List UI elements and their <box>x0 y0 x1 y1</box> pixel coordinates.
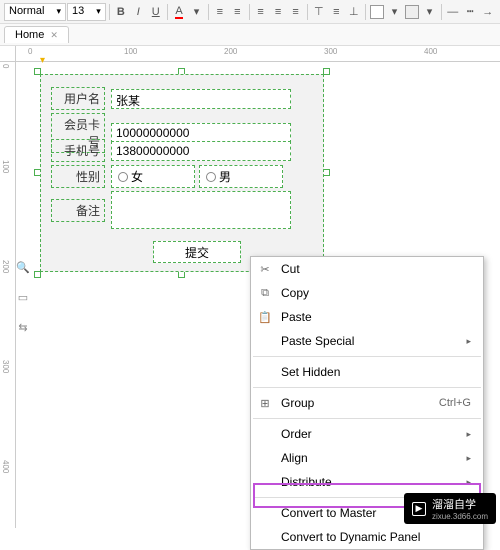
radio-icon <box>118 172 128 182</box>
form-panel[interactable]: 用户名 张某 会员卡号 10000000000 手机号 13800000000 … <box>40 74 324 272</box>
line-style-button[interactable]: ┅ <box>462 2 478 22</box>
ctx-paste[interactable]: 📋Paste <box>251 305 483 329</box>
watermark: ▶ 溜溜自学 zixue.3d66.com <box>404 493 496 524</box>
italic-button[interactable]: I <box>130 2 146 22</box>
chevron-right-icon: ▸ <box>466 336 471 347</box>
chevron-right-icon: ▸ <box>466 453 471 464</box>
resize-handle[interactable] <box>323 169 330 176</box>
label-note: 备注 <box>51 199 105 222</box>
ctx-set-hidden[interactable]: Set Hidden <box>251 360 483 384</box>
underline-button[interactable]: U <box>148 2 164 22</box>
connect-icon[interactable]: ⇆ <box>16 312 30 342</box>
font-size-dropdown[interactable]: 13 <box>67 3 106 21</box>
resize-handle[interactable] <box>34 271 41 278</box>
fill-color-button[interactable] <box>369 2 385 22</box>
chevron-right-icon: ▸ <box>466 429 471 440</box>
radio-icon <box>206 172 216 182</box>
font-color-dropdown[interactable]: ▾ <box>188 2 204 22</box>
line-width-button[interactable]: — <box>445 2 461 22</box>
number-list-button[interactable]: ≡ <box>229 2 245 22</box>
ctx-group[interactable]: ⊞GroupCtrl+G <box>251 391 483 415</box>
align-left-button[interactable]: ≡ <box>252 2 268 22</box>
cut-icon: ✂ <box>257 263 273 276</box>
ctx-convert-dynamic[interactable]: Convert to Dynamic Panel <box>251 525 483 549</box>
submit-button[interactable]: 提交 <box>153 241 241 263</box>
page-tabs: Home ✕ <box>0 24 500 46</box>
input-phone[interactable]: 13800000000 <box>111 141 291 161</box>
copy-icon: ⧉ <box>257 287 273 300</box>
align-right-button[interactable]: ≡ <box>287 2 303 22</box>
bullet-list-button[interactable]: ≡ <box>212 2 228 22</box>
tab-label: Home <box>15 29 44 41</box>
ctx-copy[interactable]: ⧉Copy <box>251 281 483 305</box>
ctx-order[interactable]: Order▸ <box>251 422 483 446</box>
ctx-paste-special[interactable]: Paste Special▸ <box>251 329 483 353</box>
line-color-button[interactable] <box>404 2 420 22</box>
chevron-right-icon: ▸ <box>466 477 471 488</box>
resize-handle[interactable] <box>178 271 185 278</box>
label-phone: 手机号 <box>51 139 105 162</box>
resize-handle[interactable] <box>323 68 330 75</box>
ctx-align[interactable]: Align▸ <box>251 446 483 470</box>
layers-icon[interactable]: ▭ <box>16 282 30 312</box>
valign-middle-button[interactable]: ≡ <box>328 2 344 22</box>
radio-female[interactable]: 女 <box>111 165 195 188</box>
input-username[interactable]: 张某 <box>111 89 291 109</box>
label-gender: 性别 <box>51 165 105 188</box>
tab-home[interactable]: Home ✕ <box>4 26 69 43</box>
bold-button[interactable]: B <box>113 2 129 22</box>
formatting-toolbar: Normal 13 B I U A ▾ ≡ ≡ ≡ ≡ ≡ ⊤ ≡ ⊥ ▾ ▾ … <box>0 0 500 24</box>
valign-top-button[interactable]: ⊤ <box>311 2 327 22</box>
style-dropdown[interactable]: Normal <box>4 3 66 21</box>
ctx-distribute[interactable]: Distribute▸ <box>251 470 483 494</box>
radio-male[interactable]: 男 <box>199 165 283 188</box>
valign-bottom-button[interactable]: ⊥ <box>346 2 362 22</box>
group-icon: ⊞ <box>257 397 273 410</box>
side-tools: 🔍 ▭ ⇆ <box>16 252 30 342</box>
arrow-button[interactable]: → <box>479 2 495 22</box>
fill-color-dropdown[interactable]: ▾ <box>386 2 402 22</box>
vertical-ruler: 0 100 200 300 400 <box>0 62 16 528</box>
font-color-button[interactable]: A <box>171 2 187 22</box>
align-center-button[interactable]: ≡ <box>270 2 286 22</box>
textarea-note[interactable] <box>111 191 291 229</box>
paste-icon: 📋 <box>257 311 273 324</box>
close-icon[interactable]: ✕ <box>50 30 58 41</box>
label-username: 用户名 <box>51 87 105 110</box>
horizontal-ruler: 0 100 200 300 400 <box>16 46 500 62</box>
ctx-cut[interactable]: ✂Cut <box>251 257 483 281</box>
play-icon: ▶ <box>412 502 426 516</box>
origin-marker: ▾ <box>40 55 45 66</box>
ruler-corner <box>0 46 16 62</box>
line-color-dropdown[interactable]: ▾ <box>421 2 437 22</box>
search-icon[interactable]: 🔍 <box>16 252 30 282</box>
